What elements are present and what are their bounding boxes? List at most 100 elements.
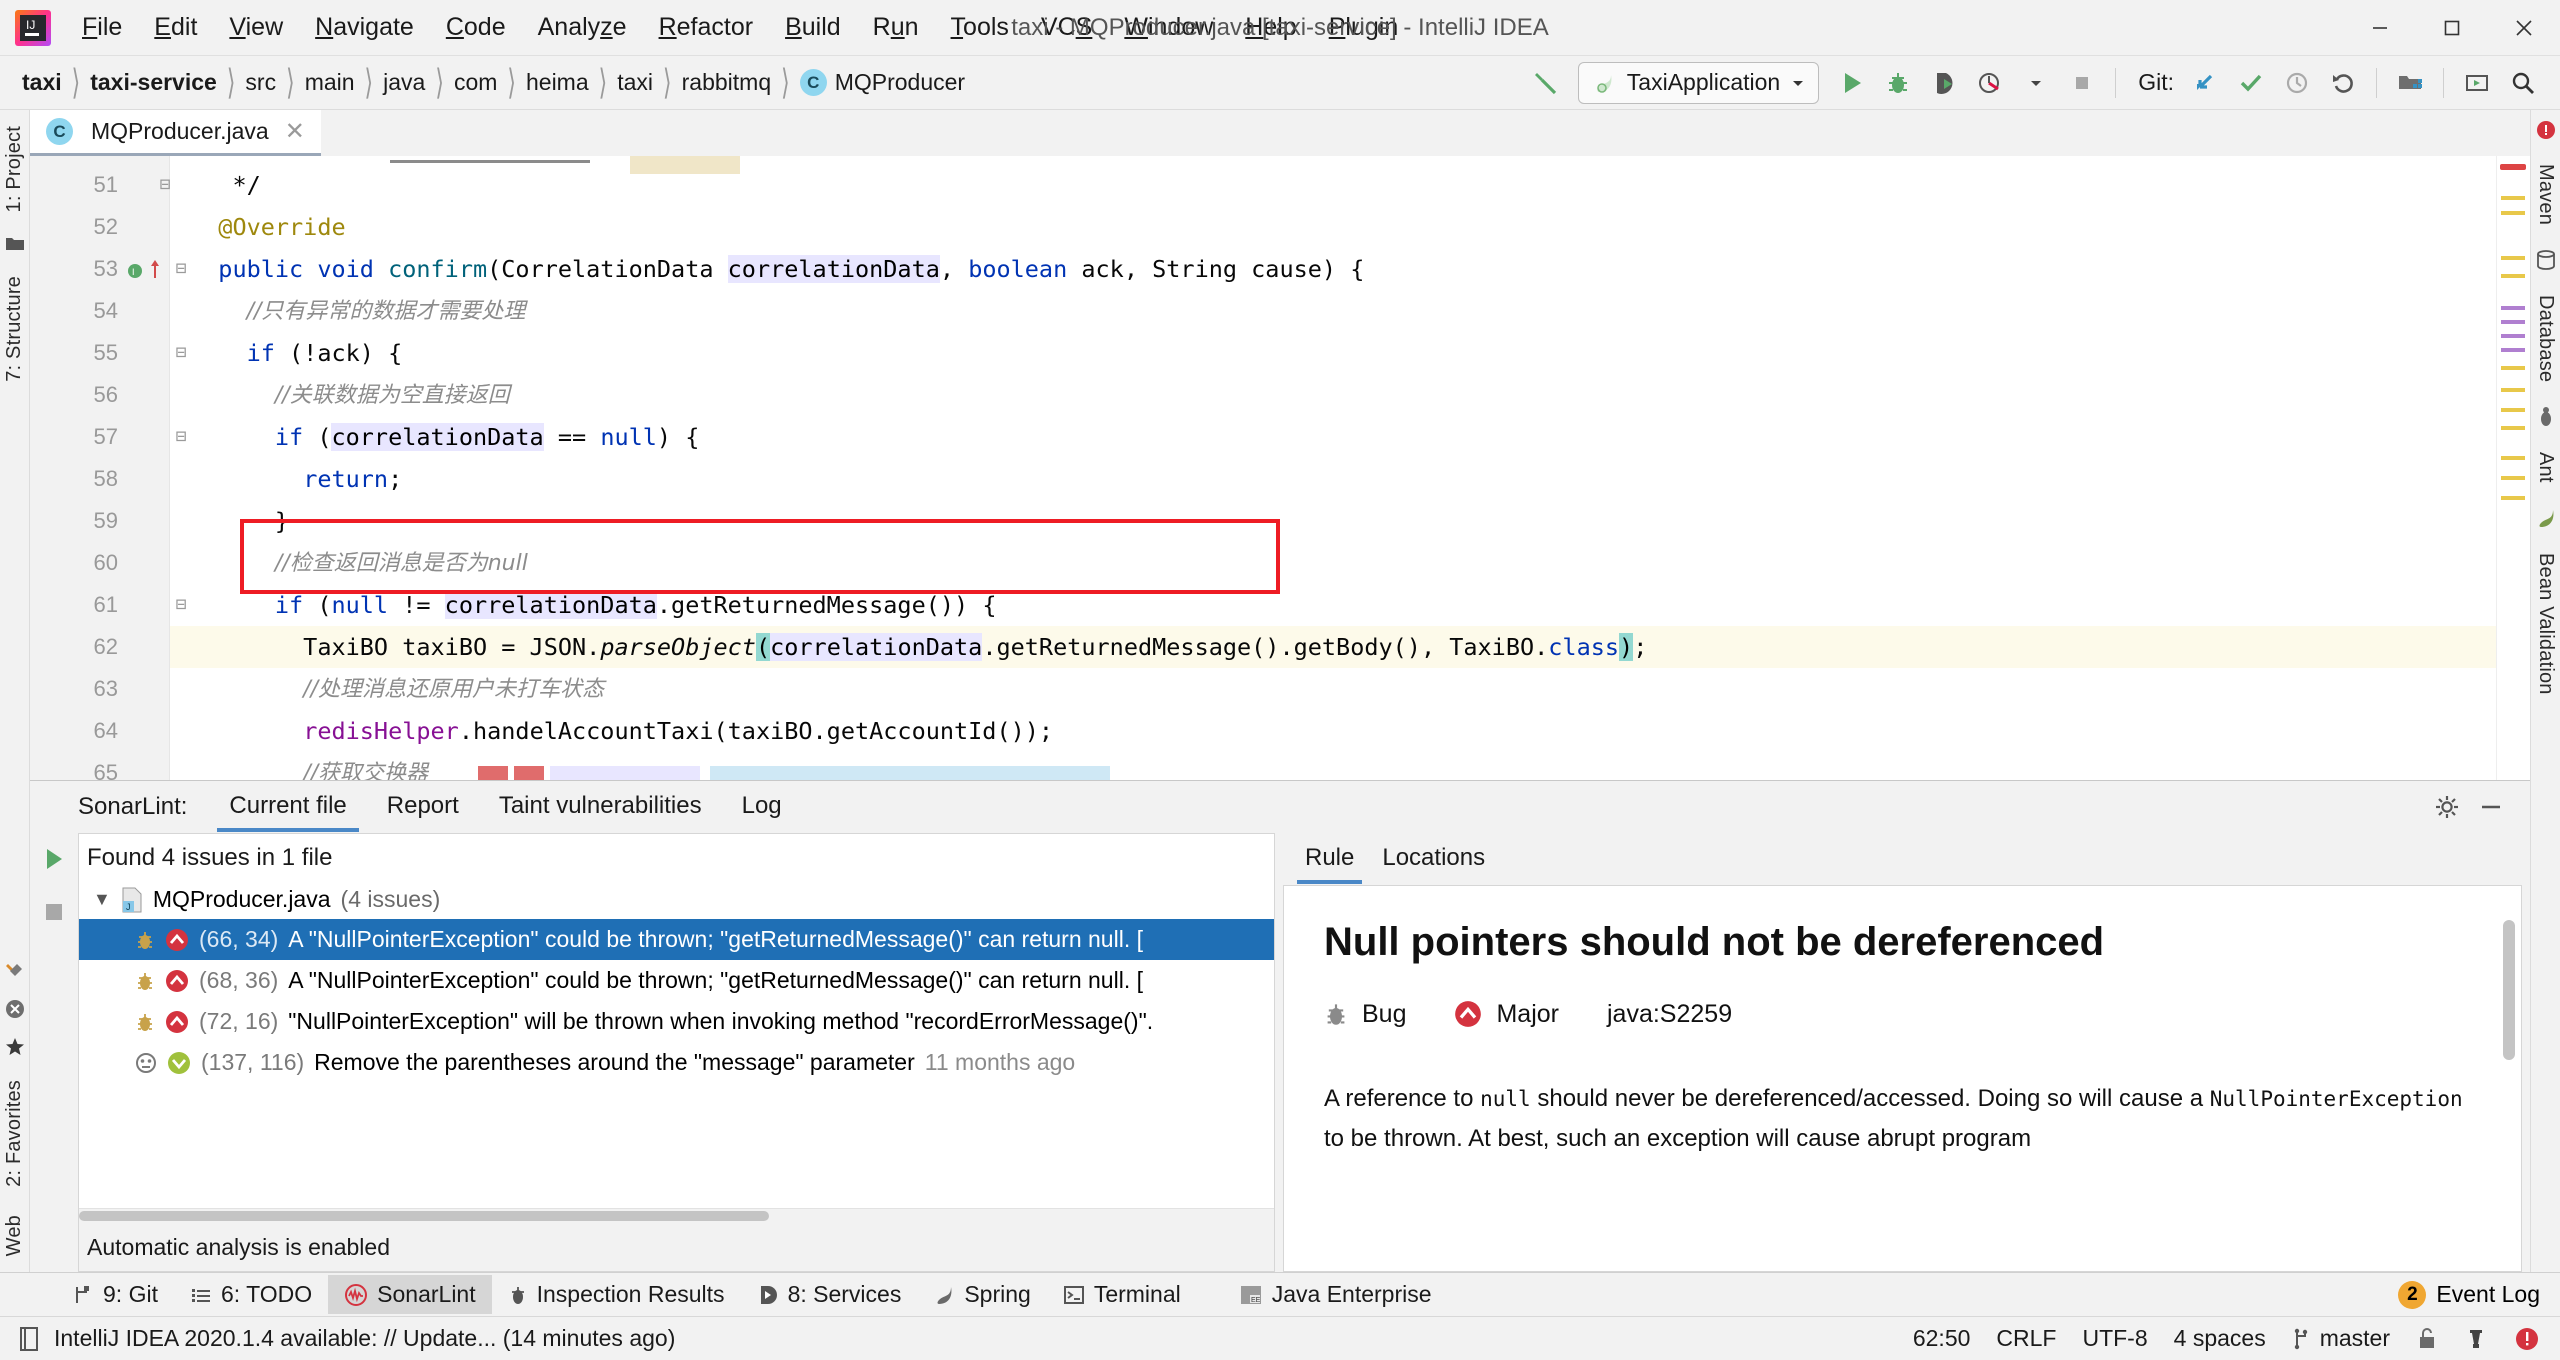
sidebar-item-favorites[interactable]: 2: Favorites <box>3 1074 26 1193</box>
breadcrumb-java[interactable]: java <box>377 67 431 98</box>
status-message[interactable]: IntelliJ IDEA 2020.1.4 available: // Upd… <box>54 1325 675 1352</box>
select-run-target-icon[interactable] <box>2454 60 2500 106</box>
stripe-warning-marker[interactable] <box>2501 211 2525 215</box>
menu-file[interactable]: File <box>66 9 138 46</box>
stripe-info-marker[interactable] <box>2501 348 2525 352</box>
close-rail-icon[interactable] <box>4 998 26 1020</box>
run-button[interactable] <box>1829 60 1875 106</box>
event-log-label[interactable]: Event Log <box>2436 1281 2540 1308</box>
gear-icon[interactable] <box>2434 794 2460 820</box>
stripe-info-marker[interactable] <box>2501 320 2525 324</box>
stripe-warning-marker[interactable] <box>2501 274 2525 278</box>
error-indicator-icon[interactable] <box>2536 120 2556 140</box>
issues-file-node[interactable]: ▼ J MQProducer.java (4 issues) <box>79 880 1274 919</box>
code-editor[interactable]: 51 ⊟ */ 52 @Override 53 I <box>30 156 2496 780</box>
stripe-warning-marker[interactable] <box>2501 456 2525 460</box>
stripe-error-marker[interactable] <box>2500 164 2526 170</box>
run-configuration-selector[interactable]: TaxiApplication <box>1578 62 1819 104</box>
tab-log[interactable]: Log <box>722 782 802 832</box>
notification-icon[interactable] <box>18 1326 40 1352</box>
menu-analyze[interactable]: Analyze <box>522 9 643 46</box>
breadcrumb-taxi[interactable]: taxi <box>16 67 68 98</box>
minimize-button[interactable] <box>2344 0 2416 56</box>
power-save-icon[interactable] <box>2464 1326 2488 1352</box>
error-stripe[interactable] <box>2496 156 2530 780</box>
sidebar-item-database[interactable]: Database <box>2534 289 2557 388</box>
sidebar-item-ant[interactable]: Ant <box>2534 446 2557 489</box>
tool-window-todo[interactable]: 6: TODO <box>174 1275 328 1314</box>
stripe-warning-marker[interactable] <box>2501 366 2525 370</box>
tool-window-services[interactable]: 8: Services <box>741 1275 918 1314</box>
tool-window-inspection-results[interactable]: Inspection Results <box>492 1275 741 1314</box>
git-update-project-icon[interactable] <box>2182 60 2228 106</box>
favorites-star-icon[interactable] <box>4 1036 26 1058</box>
stripe-warning-marker[interactable] <box>2501 496 2525 500</box>
git-branch-widget[interactable]: master <box>2292 1325 2390 1352</box>
breadcrumb-mqproducer[interactable]: C MQProducer <box>794 67 971 98</box>
tab-taint-vulnerabilities[interactable]: Taint vulnerabilities <box>479 782 722 832</box>
profiler-dropdown-icon[interactable] <box>2013 60 2059 106</box>
menu-build[interactable]: Build <box>769 9 857 46</box>
stripe-warning-marker[interactable] <box>2501 388 2525 392</box>
issue-row-1[interactable]: (66, 34) A "NullPointerException" could … <box>79 919 1274 960</box>
issues-tree[interactable]: Found 4 issues in 1 file ▼ J MQProducer.… <box>78 833 1275 1272</box>
expand-arrow-icon[interactable]: ▼ <box>93 889 111 910</box>
tab-rule[interactable]: Rule <box>1291 834 1368 884</box>
sidebar-item-structure[interactable]: 7: Structure <box>3 270 26 388</box>
sidebar-item-maven[interactable]: Maven <box>2534 158 2557 231</box>
scrollbar-thumb[interactable] <box>79 1211 769 1221</box>
fold-marker-icon[interactable]: ⊟ <box>170 248 192 290</box>
editor-tab-mqproducer[interactable]: C MQProducer.java ✕ <box>30 110 321 156</box>
breadcrumb-main[interactable]: main <box>299 67 361 98</box>
git-commit-icon[interactable] <box>2228 60 2274 106</box>
tool-window-spring[interactable]: Spring <box>917 1275 1046 1314</box>
search-icon[interactable] <box>2500 60 2546 106</box>
menu-view[interactable]: View <box>213 9 299 46</box>
breadcrumb-heima[interactable]: heima <box>520 67 595 98</box>
stripe-info-marker[interactable] <box>2501 306 2525 310</box>
tab-report[interactable]: Report <box>367 782 479 832</box>
build-hammer-icon[interactable] <box>1522 60 1568 106</box>
fold-marker-icon[interactable]: ⊟ <box>170 416 192 458</box>
sidebar-item-web[interactable]: Web <box>3 1209 26 1262</box>
issue-row-3[interactable]: (72, 16) "NullPointerException" will be … <box>79 1001 1274 1042</box>
error-status-icon[interactable] <box>2514 1326 2540 1352</box>
stripe-info-marker[interactable] <box>2501 334 2525 338</box>
menu-edit[interactable]: Edit <box>138 9 213 46</box>
project-structure-icon[interactable] <box>2387 60 2433 106</box>
stop-button[interactable] <box>2059 60 2105 106</box>
profiler-button[interactable] <box>1967 60 2013 106</box>
analyze-run-icon[interactable] <box>40 845 68 873</box>
stripe-warning-marker[interactable] <box>2501 196 2525 200</box>
menu-navigate[interactable]: Navigate <box>299 9 430 46</box>
tool-window-java-enterprise[interactable]: EE Java Enterprise <box>1223 1275 1448 1314</box>
tab-locations[interactable]: Locations <box>1368 834 1499 884</box>
menu-run[interactable]: Run <box>857 9 935 46</box>
breadcrumb-src[interactable]: src <box>239 67 282 98</box>
git-history-icon[interactable] <box>2274 60 2320 106</box>
fold-marker-icon[interactable]: ⊟ <box>170 332 192 374</box>
build-tools-icon[interactable] <box>4 960 26 982</box>
close-tab-icon[interactable]: ✕ <box>285 117 305 146</box>
menu-refactor[interactable]: Refactor <box>643 9 770 46</box>
breadcrumb-taxi-pkg[interactable]: taxi <box>611 67 659 98</box>
run-with-coverage-button[interactable] <box>1921 60 1967 106</box>
sidebar-item-bean-validation[interactable]: Bean Validation <box>2534 547 2557 701</box>
hide-panel-icon[interactable] <box>2478 794 2504 820</box>
sidebar-item-project[interactable]: 1: Project <box>3 120 26 218</box>
lock-icon[interactable] <box>2416 1327 2438 1351</box>
git-rollback-icon[interactable] <box>2320 60 2366 106</box>
tab-current-file[interactable]: Current file <box>209 782 366 832</box>
issue-row-4[interactable]: (137, 116) Remove the parentheses around… <box>79 1042 1274 1083</box>
debug-button[interactable] <box>1875 60 1921 106</box>
fold-marker-icon[interactable]: ⊟ <box>170 584 192 626</box>
stop-analysis-icon[interactable] <box>41 899 67 925</box>
tool-window-sonarlint[interactable]: SonarLint <box>328 1275 491 1314</box>
tool-window-terminal[interactable]: Terminal <box>1047 1275 1197 1314</box>
line-separator[interactable]: CRLF <box>1996 1325 2056 1352</box>
breadcrumb-rabbitmq[interactable]: rabbitmq <box>676 67 777 98</box>
indent-setting[interactable]: 4 spaces <box>2174 1325 2266 1352</box>
issue-row-2[interactable]: (68, 36) A "NullPointerException" could … <box>79 960 1274 1001</box>
menu-code[interactable]: Code <box>430 9 522 46</box>
rule-scrollbar-thumb[interactable] <box>2503 920 2515 1060</box>
